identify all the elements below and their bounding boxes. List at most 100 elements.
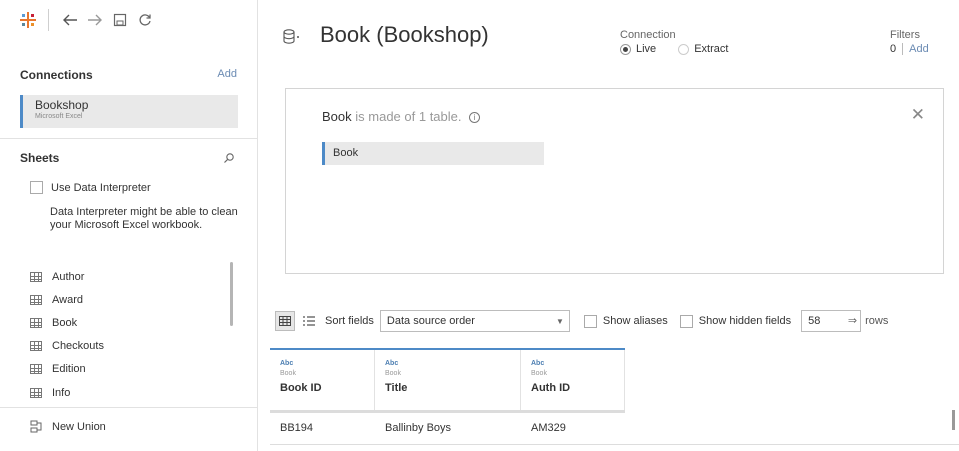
sheet-item-checkouts[interactable]: Checkouts — [30, 335, 104, 358]
show-hidden-fields-option[interactable]: Show hidden fields — [679, 314, 792, 328]
canvas-description: Book is made of 1 table. i — [322, 109, 481, 124]
sheet-item-label: Book — [52, 316, 78, 329]
filters-divider — [902, 43, 904, 55]
connection-item-bookshop[interactable]: Bookshop Microsoft Excel — [20, 95, 238, 128]
connection-mode-label: Connection — [620, 29, 676, 41]
data-grid: Abc Book Book ID BB194 Abc Book Title Ba… — [270, 348, 959, 451]
back-arrow-icon[interactable] — [59, 9, 81, 31]
left-pane: Connections Add Bookshop Microsoft Excel… — [0, 0, 258, 451]
grid-view-icon — [279, 316, 291, 326]
filters-count: 0 — [890, 43, 897, 55]
live-radio[interactable] — [620, 43, 631, 55]
sheet-item-award[interactable]: Award — [30, 288, 104, 311]
sort-fields-select[interactable]: Data source order ▼ — [379, 310, 570, 332]
grid-column-book-id[interactable]: Abc Book Book ID BB194 — [270, 350, 375, 451]
rows-value: 58 — [808, 315, 821, 327]
table-icon — [30, 317, 42, 328]
table-icon — [30, 294, 42, 305]
section-divider — [0, 138, 258, 139]
sheet-item-label: Info — [52, 386, 71, 399]
sheet-item-author[interactable]: Author — [30, 265, 104, 288]
string-type-icon[interactable]: Abc — [280, 360, 374, 367]
table-pill-book[interactable]: Book — [322, 142, 544, 165]
sheet-item-label: Edition — [52, 363, 86, 376]
sheet-list: Author Award Book Checkouts Edition Info — [30, 265, 104, 404]
rows-label: rows — [865, 315, 889, 327]
top-toolbar — [0, 0, 258, 40]
column-source: Book — [385, 370, 401, 377]
sheet-item-edition[interactable]: Edition — [30, 358, 104, 381]
column-name: Title — [385, 382, 408, 394]
connections-heading: Connections — [20, 68, 93, 82]
show-hidden-fields-label: Show hidden fields — [698, 315, 792, 327]
connection-name: Bookshop — [35, 98, 89, 112]
grid-scrollbar[interactable] — [952, 410, 955, 430]
show-hidden-fields-checkbox[interactable] — [679, 314, 693, 328]
extract-radio[interactable] — [678, 43, 690, 55]
column-source: Book — [280, 370, 296, 377]
extract-label: Extract — [694, 43, 729, 55]
live-label: Live — [636, 43, 657, 55]
canvas-table-name: Book — [322, 109, 352, 124]
show-aliases-checkbox[interactable] — [583, 314, 597, 328]
table-icon — [30, 271, 42, 282]
sheets-heading: Sheets — [20, 151, 60, 165]
join-canvas[interactable]: Book is made of 1 table. i ✕ Book — [285, 88, 944, 274]
connection-mode: Connection Live Extract — [620, 29, 728, 55]
sheet-item-book[interactable]: Book — [30, 311, 104, 334]
datasource-title[interactable]: Book (Bookshop) — [320, 22, 489, 48]
new-union-label: New Union — [52, 420, 106, 433]
connection-type: Microsoft Excel — [35, 113, 83, 120]
sheets-scrollbar[interactable] — [230, 262, 233, 326]
data-interpreter-note: Data Interpreter might be able to clean … — [50, 206, 238, 231]
filters-label: Filters — [890, 29, 920, 41]
string-type-icon[interactable]: Abc — [531, 360, 624, 367]
grid-column-title[interactable]: Abc Book Title Ballinby Boys — [375, 350, 521, 451]
sort-fields-label: Sort fields — [325, 315, 374, 327]
info-icon[interactable]: i — [469, 112, 481, 123]
section-divider — [0, 407, 258, 408]
show-aliases-label: Show aliases — [602, 315, 668, 327]
table-icon — [30, 341, 42, 352]
sort-fields-value: Data source order — [386, 315, 475, 327]
grid-cell: BB194 — [280, 422, 314, 434]
toolbar-divider — [48, 9, 49, 31]
datasource-icon — [282, 28, 302, 46]
canvas-made-of-text: is made of 1 table. — [355, 109, 462, 124]
sheet-item-label: Award — [52, 293, 83, 306]
column-name: Book ID — [280, 382, 322, 394]
table-icon — [30, 364, 42, 375]
grid-toolbar: Sort fields Data source order ▼ Show ali… — [275, 310, 888, 332]
close-icon[interactable]: ✕ — [911, 105, 925, 125]
column-name: Auth ID — [531, 382, 571, 394]
arrow-right-icon[interactable]: ⇒ — [848, 314, 857, 327]
show-aliases-option[interactable]: Show aliases — [583, 314, 668, 328]
column-source: Book — [531, 370, 547, 377]
data-interpreter-option: Use Data Interpreter — [30, 181, 151, 194]
union-icon — [30, 420, 43, 433]
forward-arrow-icon[interactable] — [84, 9, 106, 31]
sheet-item-info[interactable]: Info — [30, 381, 104, 404]
search-icon[interactable] — [223, 152, 235, 164]
grid-cell: Ballinby Boys — [385, 422, 452, 434]
table-icon — [30, 387, 42, 398]
refresh-icon[interactable] — [134, 9, 156, 31]
tableau-logo-icon — [20, 12, 36, 28]
sheet-item-label: Author — [52, 270, 85, 283]
chevron-down-icon: ▼ — [555, 316, 564, 326]
list-view-icon — [303, 316, 315, 326]
rows-input[interactable]: 58 ⇒ — [801, 310, 862, 332]
new-union-item[interactable]: New Union — [30, 420, 106, 433]
grid-cell: AM329 — [531, 422, 566, 434]
filters-block: Filters 0 Add — [890, 29, 929, 55]
grid-view-button[interactable] — [275, 311, 295, 331]
row-divider — [270, 444, 959, 445]
string-type-icon[interactable]: Abc — [385, 360, 520, 367]
add-connection-link[interactable]: Add — [217, 68, 237, 80]
add-filter-link[interactable]: Add — [909, 43, 929, 55]
data-interpreter-checkbox[interactable] — [30, 181, 43, 194]
list-view-button[interactable] — [299, 311, 319, 331]
data-interpreter-label: Use Data Interpreter — [51, 181, 151, 194]
grid-column-auth-id[interactable]: Abc Book Auth ID AM329 — [521, 350, 625, 451]
save-icon[interactable] — [109, 9, 131, 31]
